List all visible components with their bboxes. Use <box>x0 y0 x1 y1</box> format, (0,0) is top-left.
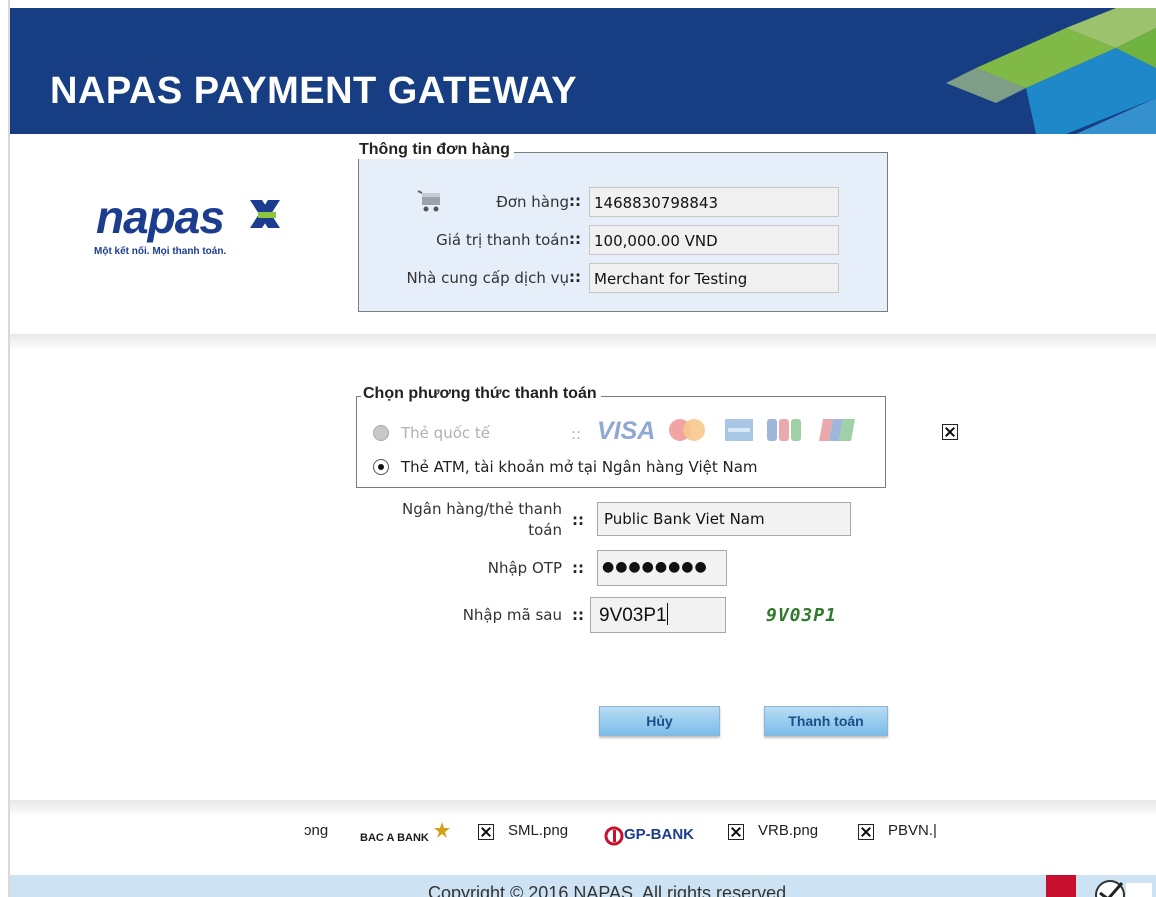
captcha-input-value: 9V03P1 <box>599 605 667 626</box>
text-cursor <box>666 603 668 625</box>
broken-image-icon <box>478 824 494 840</box>
order-row-amount: Giá trị thanh toán :: 100,000.00 VND <box>359 225 887 255</box>
order-info-legend: Thông tin đơn hàng <box>357 141 514 159</box>
otp-label: Nhập OTP <box>487 559 562 577</box>
otp-separator: :: <box>572 559 584 577</box>
header-banner: NAPAS PAYMENT GATEWAY <box>10 8 1156 134</box>
order-merchant-value: Merchant for Testing <box>589 263 839 293</box>
captcha-separator: :: <box>572 606 584 624</box>
otp-input[interactable]: ●●●●●●●● <box>597 550 727 586</box>
broken-image-icon <box>858 824 874 840</box>
order-id-label: Đơn hàng <box>496 193 569 211</box>
mastercard-logo <box>669 419 705 441</box>
captcha-label: Nhập mã sau <box>462 606 562 624</box>
order-merchant-separator: :: <box>569 268 581 286</box>
pbvn-bank-image-alt: PBVN.| <box>888 822 937 839</box>
security-seal-icon <box>1046 875 1152 897</box>
bac-a-bank-star-icon <box>434 822 450 838</box>
visa-logo: VISA <box>597 417 656 445</box>
section-divider <box>10 334 1156 348</box>
page-left-border <box>8 0 10 897</box>
captcha-input[interactable]: 9V03P1 <box>590 597 726 633</box>
captcha-image: 9V03P1 <box>766 605 838 626</box>
header-title: NAPAS PAYMENT GATEWAY <box>50 70 578 112</box>
gp-bank-logo: GP-BANK <box>624 826 694 843</box>
order-amount-separator: :: <box>569 230 581 248</box>
radio-atm-card[interactable] <box>373 459 389 475</box>
bac-a-bank-logo: BAC A BANK <box>360 832 429 844</box>
cart-icon <box>417 190 440 212</box>
bank-label-line2: toán <box>528 521 562 539</box>
logo-x-icon <box>250 200 280 228</box>
sml-bank-image-alt: SML.png <box>508 822 569 839</box>
cancel-button[interactable]: Hủy <box>599 706 720 736</box>
broken-image-icon <box>728 824 744 840</box>
radio-atm-card-label: Thẻ ATM, tài khoản mở tại Ngân hàng Việt… <box>401 458 758 476</box>
bank-label-line1: Ngân hàng/thẻ thanh <box>402 500 562 518</box>
bank-logo-partial: ɔng <box>304 822 329 839</box>
order-info-fieldset: Thông tin đơn hàng Đơn hàng :: 146883079… <box>357 141 888 312</box>
radio-international-card-label: Thẻ quốc tế <box>401 424 490 442</box>
footer: Copyright © 2016 NAPAS. All rights reser… <box>10 875 1156 897</box>
logo-tagline: Một kết nối. Mọi thanh toán. <box>94 246 227 257</box>
order-id-value: 1468830798843 <box>589 187 839 217</box>
jcb-logo <box>767 419 801 441</box>
order-amount-label: Giá trị thanh toán <box>436 231 569 249</box>
napas-logo: napas Một kết nối. Mọi thanh toán. <box>60 190 300 270</box>
copyright-text: Copyright © 2016 NAPAS. All rights reser… <box>428 883 787 897</box>
card-logos-separator: :: <box>571 425 582 443</box>
broken-image-icon <box>942 424 958 440</box>
order-id-separator: :: <box>569 192 581 210</box>
bank-strip-divider <box>10 800 1156 814</box>
radio-international-card[interactable] <box>373 425 389 441</box>
order-row-merchant: Nhà cung cấp dịch vụ :: Merchant for Tes… <box>359 263 887 293</box>
order-amount-value: 100,000.00 VND <box>589 225 839 255</box>
pay-button[interactable]: Thanh toán <box>764 706 888 736</box>
vrb-bank-image-alt: VRB.png <box>758 822 819 839</box>
amex-logo <box>725 419 753 441</box>
payment-method-legend: Chọn phương thức thanh toán <box>361 385 601 403</box>
logo-wordmark: napas <box>96 191 225 243</box>
unionpay-logo <box>819 419 855 441</box>
header-decoration-graphic <box>946 8 1156 134</box>
bank-select[interactable]: Public Bank Viet Nam <box>597 502 851 536</box>
order-merchant-label: Nhà cung cấp dịch vụ <box>406 269 569 287</box>
payment-method-fieldset: Chọn phương thức thanh toán Thẻ quốc tế … <box>356 385 886 488</box>
bank-separator: :: <box>572 511 584 529</box>
gp-bank-icon <box>604 826 624 846</box>
order-row-id: Đơn hàng :: 1468830798843 <box>359 187 887 217</box>
